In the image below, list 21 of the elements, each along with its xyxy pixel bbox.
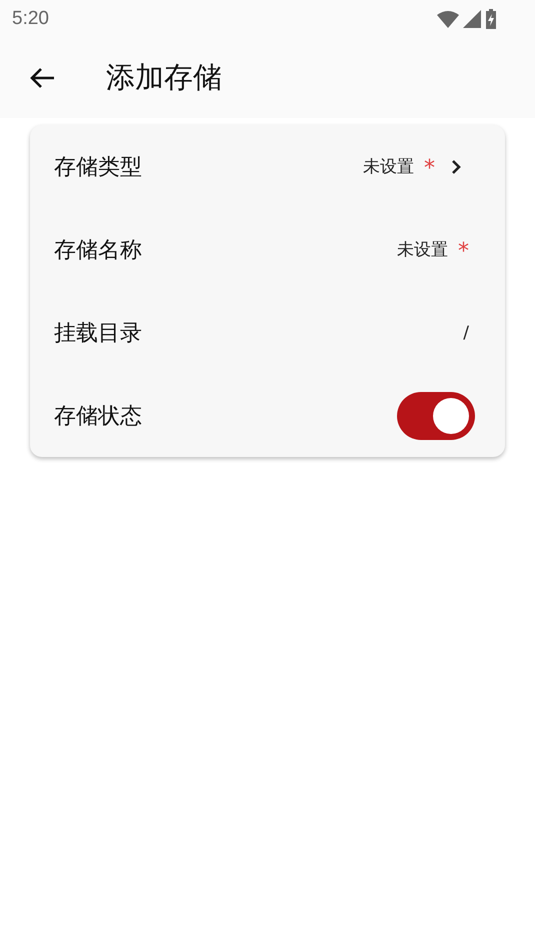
row-value: 未设置 (397, 239, 448, 261)
page-title: 添加存储 (106, 59, 222, 96)
settings-row[interactable]: 存储状态 (30, 374, 505, 457)
required-mark: * (424, 156, 435, 181)
status-time: 5:20 (12, 8, 49, 30)
row-value: / (463, 322, 469, 342)
wifi-icon (437, 10, 459, 28)
row-value: 未设置 (363, 156, 414, 178)
row-label: 挂载目录 (54, 320, 142, 348)
settings-row[interactable]: 存储类型 未设置 * (30, 125, 505, 208)
row-label: 存储状态 (54, 402, 142, 430)
chevron-right-icon (451, 158, 461, 174)
row-label: 存储类型 (54, 154, 142, 182)
settings-row[interactable]: 存储名称 未设置 * (30, 208, 505, 291)
back-arrow-icon (29, 67, 55, 89)
battery-icon (485, 9, 497, 29)
required-mark: * (458, 239, 469, 264)
settings-row[interactable]: 挂载目录 / (30, 291, 505, 374)
status-toggle[interactable] (397, 392, 475, 440)
row-label: 存储名称 (54, 236, 142, 264)
signal-icon (463, 10, 481, 28)
